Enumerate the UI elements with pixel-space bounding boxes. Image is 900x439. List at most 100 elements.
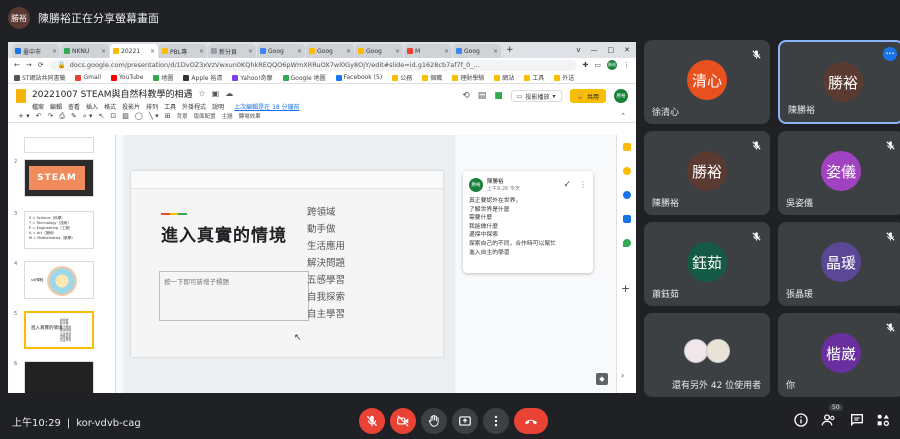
- last-edit-link[interactable]: 上次編輯是在 18 分鐘前: [234, 102, 299, 111]
- paint-format-icon[interactable]: ✎: [71, 112, 77, 120]
- browser-tab[interactable]: NKNU ×: [61, 44, 109, 58]
- explore-icon[interactable]: ◆: [596, 373, 608, 385]
- image-icon[interactable]: ▨: [122, 112, 129, 120]
- close-tab-icon[interactable]: ×: [395, 48, 400, 55]
- google-slides-logo-icon[interactable]: [16, 89, 26, 103]
- participant-tile[interactable]: 楷崴你: [778, 313, 900, 397]
- others-tile[interactable]: 還有另外 42 位使用者: [644, 313, 770, 397]
- close-tab-icon[interactable]: ×: [52, 48, 57, 55]
- bookmark-item[interactable]: 公務: [392, 73, 412, 82]
- filmstrip-slide-selected[interactable]: 5 進入真實的情境 跨領域 動手做 生活應用 解決問題 五感學習 自我探索 自主學習: [14, 311, 94, 349]
- activity-icon[interactable]: ⟲: [462, 91, 470, 101]
- line-icon[interactable]: ╲ ▾: [149, 112, 159, 120]
- background-button[interactable]: 背景: [177, 112, 188, 120]
- meeting-details-button[interactable]: [792, 411, 810, 429]
- bookmark-item[interactable]: Facebook (5): [335, 74, 382, 81]
- share-button[interactable]: 🔒 共用: [569, 89, 606, 103]
- filmstrip-slide[interactable]: [14, 137, 94, 153]
- browser-tab[interactable]: Goog ×: [257, 44, 305, 58]
- more-options-button[interactable]: [483, 408, 509, 434]
- add-on-plus-icon[interactable]: +: [621, 282, 630, 295]
- browser-tab[interactable]: 臺中市 ×: [12, 44, 60, 58]
- back-icon[interactable]: ←: [14, 61, 20, 69]
- close-tab-icon[interactable]: ×: [297, 48, 302, 55]
- reload-icon[interactable]: ⟳: [38, 61, 44, 69]
- people-button[interactable]: [820, 411, 838, 429]
- document-title[interactable]: 20221007 STEAM與自然科教學的相遇: [32, 87, 193, 100]
- close-tab-icon[interactable]: ×: [346, 48, 351, 55]
- close-tab-icon[interactable]: ×: [493, 48, 498, 55]
- leave-call-button[interactable]: [514, 408, 548, 434]
- bookmark-item[interactable]: 地圖: [153, 73, 173, 82]
- participant-tile[interactable]: 姿儀 吳姿儀: [778, 131, 900, 215]
- bookmark-item[interactable]: Yahoo!奇摩: [232, 73, 273, 82]
- raise-hand-button[interactable]: [421, 408, 447, 434]
- present-screen-button[interactable]: [452, 408, 478, 434]
- participant-tile[interactable]: 清心 徐清心: [644, 40, 770, 124]
- shared-screen[interactable]: 臺中市 × NKNU × 20221 × PBL專 × 新分頁 × Goog × Goog × Goog × M…: [8, 42, 636, 393]
- filmstrip-slide[interactable]: 6: [14, 361, 94, 393]
- close-tab-icon[interactable]: ×: [101, 48, 106, 55]
- docs-menu-item[interactable]: 檔案: [32, 102, 44, 111]
- docs-menu-item[interactable]: 編輯: [50, 102, 62, 111]
- docs-menu-item[interactable]: 排列: [146, 102, 158, 111]
- comments-icon[interactable]: ▤: [478, 91, 487, 101]
- shape-icon[interactable]: ◯: [135, 112, 143, 120]
- comment-more-icon[interactable]: ⋮: [579, 180, 587, 189]
- participant-tile[interactable]: 晶瑗 張晶瑗: [778, 222, 900, 306]
- redo-icon[interactable]: ↷: [47, 112, 53, 120]
- browser-tab[interactable]: M ×: [404, 44, 452, 58]
- participant-tile[interactable]: 鈺茹 蕭鈺茹: [644, 222, 770, 306]
- undo-icon[interactable]: ↶: [36, 112, 42, 120]
- extensions-icon[interactable]: ✚: [583, 61, 589, 69]
- calendar-icon[interactable]: [623, 167, 631, 175]
- resolve-check-icon[interactable]: ✓: [563, 180, 571, 190]
- filmstrip-slide[interactable]: 2 STEAM: [14, 159, 94, 197]
- chat-button[interactable]: [848, 411, 866, 429]
- url-input[interactable]: 🔒 docs.google.com/presentation/d/1DvOZ3x…: [49, 59, 577, 71]
- close-window-icon[interactable]: ✕: [624, 46, 630, 54]
- browser-tab[interactable]: PBL專 ×: [159, 44, 207, 58]
- move-folder-icon[interactable]: ▣: [212, 89, 220, 98]
- browser-tab[interactable]: 20221 ×: [110, 44, 158, 58]
- keep-icon[interactable]: [623, 143, 631, 151]
- tile-more-icon[interactable]: •••: [883, 47, 897, 61]
- docs-account-avatar[interactable]: 勝裕: [614, 89, 628, 103]
- bookmark-item[interactable]: Apple 裕清: [183, 73, 222, 82]
- bookmark-item[interactable]: Gmail: [75, 74, 101, 81]
- comment-card[interactable]: 勝裕 陳勝裕 上午9:26 今天 ✓ ⋮ 真正要認外在世界， 了解世界是什麼 需…: [463, 171, 593, 273]
- select-icon[interactable]: ↖: [99, 112, 105, 120]
- sidebar-icon[interactable]: ▭: [594, 61, 601, 69]
- activities-button[interactable]: [874, 411, 892, 429]
- maps-icon[interactable]: [623, 239, 631, 247]
- browser-tab[interactable]: Goog ×: [355, 44, 403, 58]
- tasks-icon[interactable]: [623, 191, 631, 199]
- bookmark-item[interactable]: 個職: [422, 73, 442, 82]
- browser-tab[interactable]: 新分頁 ×: [208, 44, 256, 58]
- theme-button[interactable]: 主題: [222, 112, 233, 120]
- subtitle-placeholder[interactable]: 按一下即可新增子標題: [159, 271, 309, 321]
- docs-menu-item[interactable]: 工具: [164, 102, 176, 111]
- vertical-scrollbar[interactable]: [606, 135, 614, 393]
- microphone-toggle-button[interactable]: [359, 408, 385, 434]
- slide-bullet-list[interactable]: 跨領域 動手做 生活應用 解決問題 五感學習 自我探索 自主學習: [307, 204, 345, 323]
- text-box-icon[interactable]: ⊡: [110, 112, 116, 120]
- bookmark-item[interactable]: Google 地圖: [282, 73, 326, 82]
- docs-menu-item[interactable]: 查看: [68, 102, 80, 111]
- filmstrip-slide[interactable]: 3 S = Science（科學） T = Technology（技術） E =…: [14, 211, 94, 249]
- slide-canvas[interactable]: 進入真實的情境 按一下即可新增子標題 跨領域 動手做 生活應用 解決問題 五感學…: [123, 135, 455, 393]
- browser-tab[interactable]: Goog ×: [306, 44, 354, 58]
- collapse-toolbar-icon[interactable]: ⌃: [620, 112, 626, 120]
- browser-tab[interactable]: Goog ×: [453, 44, 501, 58]
- bookmark-item[interactable]: YouTube: [111, 74, 143, 81]
- zoom-icon[interactable]: ⌕ ▾: [83, 112, 93, 121]
- docs-menu-item[interactable]: 外掛程式: [182, 102, 206, 111]
- comment-add-icon[interactable]: ⊞: [165, 112, 171, 120]
- star-icon[interactable]: ☆: [199, 89, 206, 98]
- layout-button[interactable]: 版面配置: [194, 112, 216, 120]
- maximize-icon[interactable]: □: [608, 46, 615, 54]
- docs-menu-item[interactable]: 投影片: [122, 102, 140, 111]
- contacts-icon[interactable]: [623, 215, 631, 223]
- new-slide-icon[interactable]: + ▾: [18, 112, 30, 120]
- browser-profile-avatar[interactable]: 勝裕: [607, 60, 617, 70]
